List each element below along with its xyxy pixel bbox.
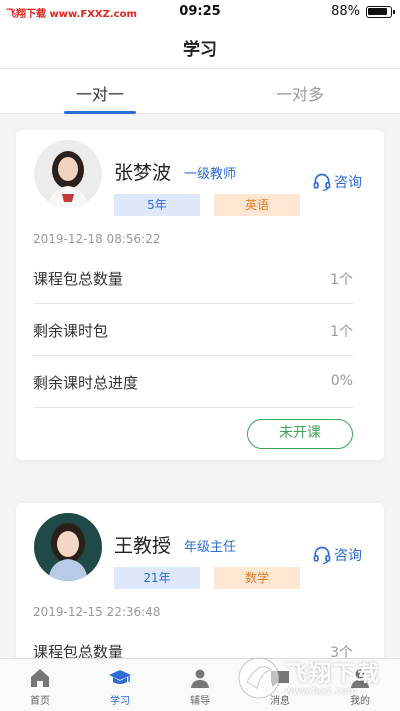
info-row: 剩余课时总进度 0% xyxy=(33,356,353,408)
tabbar-home[interactable]: 首页 xyxy=(0,663,80,707)
row-label: 剩余课时包 xyxy=(33,322,109,340)
page-title: 学习 xyxy=(183,40,217,60)
segment-tabs: 一对一 一对多 xyxy=(0,68,400,114)
tab-one-to-many[interactable]: 一对多 xyxy=(200,81,400,105)
course-date: 2019-12-18 08:56:22 xyxy=(33,232,161,246)
avatar-portrait-icon xyxy=(34,513,102,581)
tabbar-messages[interactable]: 消息 xyxy=(240,663,320,707)
avatar-portrait-icon xyxy=(34,140,102,208)
row-label: 课程包总数量 xyxy=(33,270,124,288)
message-icon xyxy=(271,671,289,687)
tabbar-label: 首页 xyxy=(30,696,50,707)
subject-tag: 数学 xyxy=(214,567,300,589)
battery-icon xyxy=(366,6,395,18)
headset-icon xyxy=(313,546,331,564)
consult-label: 咨询 xyxy=(334,175,362,191)
info-row: 课程包总数量 1个 xyxy=(33,252,353,304)
row-value: 1个 xyxy=(330,324,353,340)
row-value: 1个 xyxy=(330,272,353,288)
teacher-name: 王教授 xyxy=(114,535,172,557)
teacher-avatar xyxy=(34,140,102,208)
row-value: 0% xyxy=(330,373,353,389)
tabbar-label: 学习 xyxy=(110,696,130,707)
profile-icon xyxy=(351,669,369,688)
consult-label: 咨询 xyxy=(334,548,362,564)
grade-tag: 21年 xyxy=(114,567,200,589)
teacher-rank: 一级教师 xyxy=(184,167,237,182)
battery-percentage: 88% xyxy=(331,4,360,19)
tutor-icon xyxy=(191,669,209,688)
nav-bar: 学习 xyxy=(0,24,400,68)
tabbar-tutoring[interactable]: 辅导 xyxy=(160,663,240,707)
row-label: 剩余课时总进度 xyxy=(33,374,139,392)
tab-one-on-one[interactable]: 一对一 xyxy=(0,81,200,105)
course-status-button[interactable]: 未开课 xyxy=(247,419,353,449)
home-icon xyxy=(31,669,49,687)
tabbar-study[interactable]: 学习 xyxy=(80,663,160,707)
info-row: 剩余课时包 1个 xyxy=(33,304,353,356)
consult-button[interactable]: 咨询 xyxy=(312,172,362,192)
graduation-cap-icon xyxy=(109,670,131,684)
teacher-avatar xyxy=(34,513,102,581)
course-date: 2019-12-15 22:36:48 xyxy=(33,605,161,619)
consult-button[interactable]: 咨询 xyxy=(312,545,362,565)
teacher-rank: 年级主任 xyxy=(184,540,237,555)
headset-icon xyxy=(313,173,331,191)
grade-tag: 5年 xyxy=(114,194,200,216)
active-tab-indicator xyxy=(64,111,136,114)
tabbar-label: 辅导 xyxy=(190,696,210,707)
tabbar-label: 我的 xyxy=(350,696,370,707)
course-card[interactable]: 张梦波 一级教师 咨询 5年 英语 2019-12-18 08:56:22 课程… xyxy=(16,130,384,460)
tabbar-profile[interactable]: 我的 xyxy=(320,663,400,707)
tabbar-label: 消息 xyxy=(270,696,290,707)
bottom-tab-bar: 首页 学习 辅导 消息 我的 xyxy=(0,658,400,711)
subject-tag: 英语 xyxy=(214,194,300,216)
teacher-name: 张梦波 xyxy=(114,162,172,184)
status-bar: 飞翔下载 www.FXXZ.com 09:25 88% xyxy=(0,0,400,24)
